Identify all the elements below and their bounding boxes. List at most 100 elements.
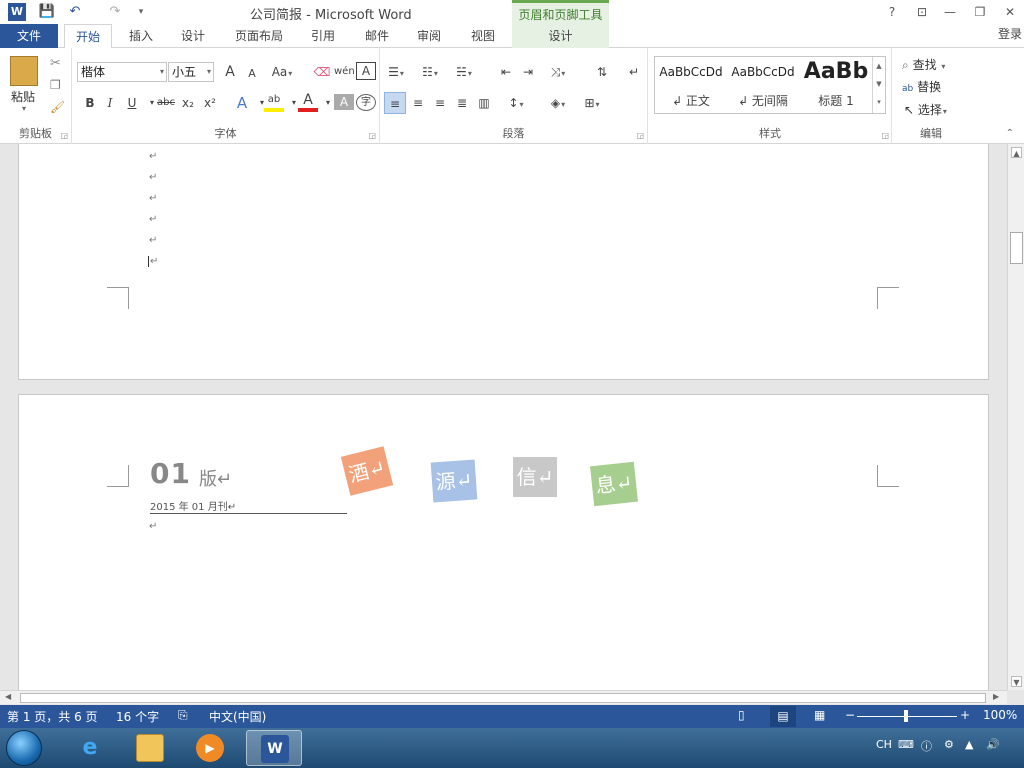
font-size-dropdown-icon[interactable]: ▾ bbox=[207, 63, 211, 81]
cut-icon[interactable]: ✂ bbox=[50, 56, 61, 71]
text-effects-icon[interactable]: A bbox=[232, 92, 252, 114]
page-1[interactable]: ↵ ↵ ↵ ↵ ↵ ↵ bbox=[18, 144, 989, 380]
clear-formatting-icon[interactable]: ⌫ bbox=[312, 61, 332, 83]
align-right-icon[interactable]: ≡ bbox=[430, 92, 450, 114]
justify-icon[interactable]: ≣ bbox=[452, 92, 472, 114]
language-status[interactable]: 中文(中国) bbox=[209, 708, 266, 725]
styles-launcher-icon[interactable]: ◲ bbox=[881, 131, 889, 140]
help-icon[interactable]: ? bbox=[878, 2, 906, 22]
multilevel-list-icon[interactable]: ☵▾ bbox=[454, 61, 474, 83]
line-spacing-icon[interactable]: ↕▾ bbox=[506, 92, 526, 114]
align-left-icon[interactable]: ≡ bbox=[384, 92, 406, 114]
tab-file[interactable]: 文件 bbox=[0, 24, 58, 48]
tab-insert[interactable]: 插入 bbox=[120, 24, 162, 48]
change-case-button[interactable]: Aa▾ bbox=[268, 61, 296, 83]
borders-icon[interactable]: ⊞▾ bbox=[582, 92, 602, 114]
strikethrough-button[interactable]: abc bbox=[156, 92, 176, 114]
font-name-dropdown-icon[interactable]: ▾ bbox=[160, 63, 164, 81]
tab-header-footer-design[interactable]: 设计 bbox=[512, 24, 609, 48]
subscript-button[interactable]: x₂ bbox=[178, 92, 198, 114]
page-count-status[interactable]: 第 1 页，共 6 页 bbox=[7, 708, 98, 725]
decrease-indent-icon[interactable]: ⇤ bbox=[496, 61, 516, 83]
character-shading-icon[interactable]: A bbox=[334, 94, 354, 110]
italic-button[interactable]: I bbox=[100, 92, 120, 114]
tab-view[interactable]: 视图 bbox=[462, 24, 504, 48]
zoom-out-button[interactable]: − bbox=[845, 708, 855, 722]
taskbar-explorer[interactable] bbox=[122, 730, 178, 766]
taskbar-word[interactable]: W bbox=[246, 730, 302, 766]
word-count-status[interactable]: 16 个字 bbox=[116, 708, 159, 725]
restore-button[interactable]: ❐ bbox=[966, 2, 994, 22]
show-hide-marks-icon[interactable]: ↵ bbox=[624, 61, 644, 83]
distributed-icon[interactable]: ▥ bbox=[474, 92, 494, 114]
paragraph-launcher-icon[interactable]: ◲ bbox=[636, 131, 644, 140]
help-tray-icon[interactable]: ⓘ bbox=[921, 738, 932, 754]
scroll-down-icon[interactable]: ▼ bbox=[1011, 676, 1022, 687]
settings-tray-icon[interactable]: ⚙ bbox=[944, 738, 954, 751]
horizontal-scroll-thumb[interactable] bbox=[20, 693, 986, 703]
copy-icon[interactable]: ❐ bbox=[50, 78, 61, 92]
paste-button[interactable]: 粘贴 bbox=[11, 88, 35, 105]
close-button[interactable]: ✕ bbox=[996, 2, 1024, 22]
zoom-slider-thumb[interactable] bbox=[904, 710, 908, 722]
web-layout-icon[interactable]: ▦ bbox=[814, 708, 825, 722]
redo-icon[interactable]: ↷ bbox=[106, 3, 124, 21]
select-button[interactable]: ↖ 选择▾ bbox=[904, 101, 947, 119]
replace-button[interactable]: ab 替换 bbox=[902, 78, 941, 96]
taskbar-ie[interactable]: e bbox=[62, 730, 118, 766]
find-button[interactable]: ⌕ 查找 ▾ bbox=[902, 56, 945, 74]
character-border-button[interactable]: A bbox=[356, 62, 376, 80]
tab-page-layout[interactable]: 页面布局 bbox=[226, 24, 292, 48]
format-painter-icon[interactable]: 🖌 bbox=[50, 100, 65, 114]
tab-design[interactable]: 设计 bbox=[172, 24, 214, 48]
customize-quick-access-icon[interactable]: ▾ bbox=[132, 3, 150, 21]
input-language[interactable]: CH bbox=[876, 738, 892, 751]
tab-home[interactable]: 开始 bbox=[64, 24, 112, 49]
tab-review[interactable]: 审阅 bbox=[408, 24, 450, 48]
print-layout-icon[interactable]: ▤ bbox=[770, 706, 796, 727]
vertical-scroll-thumb[interactable] bbox=[1010, 232, 1023, 264]
enclose-characters-button[interactable]: 字 bbox=[356, 94, 376, 111]
read-mode-icon[interactable]: ▯ bbox=[738, 708, 745, 722]
volume-icon[interactable]: 🔊 bbox=[986, 738, 1000, 751]
undo-icon[interactable]: ↶ bbox=[66, 3, 84, 21]
minimize-button[interactable]: — bbox=[936, 2, 964, 22]
shrink-font-button[interactable]: A bbox=[242, 63, 262, 85]
clipboard-launcher-icon[interactable]: ◲ bbox=[60, 131, 68, 140]
start-button[interactable] bbox=[6, 730, 42, 766]
underline-button[interactable]: U bbox=[122, 92, 142, 114]
keyboard-icon[interactable]: ⌨ bbox=[898, 738, 914, 751]
bullets-icon[interactable]: ☰▾ bbox=[386, 61, 406, 83]
bold-button[interactable]: B bbox=[80, 92, 100, 114]
grow-font-button[interactable]: A bbox=[220, 61, 240, 83]
vertical-scrollbar[interactable]: ▲ ▼ bbox=[1007, 144, 1024, 690]
horizontal-scrollbar[interactable]: ◀ ▶ bbox=[0, 690, 1007, 704]
sign-in-link[interactable]: 登录 bbox=[998, 24, 1022, 44]
show-hidden-icons[interactable]: ▲ bbox=[965, 738, 973, 751]
sort-icon[interactable]: ⇅ bbox=[592, 61, 612, 83]
word-logo-icon[interactable]: W bbox=[8, 3, 26, 21]
font-launcher-icon[interactable]: ◲ bbox=[368, 131, 376, 140]
paste-icon[interactable] bbox=[10, 56, 38, 86]
collapse-ribbon-icon[interactable]: ⌃ bbox=[1006, 128, 1014, 139]
numbering-icon[interactable]: ☷▾ bbox=[420, 61, 440, 83]
scroll-left-icon[interactable]: ◀ bbox=[5, 692, 11, 701]
align-center-icon[interactable]: ≡ bbox=[408, 92, 428, 114]
ribbon-display-options-icon[interactable]: ⊡ bbox=[908, 2, 936, 22]
taskbar-media-player[interactable]: ▶ bbox=[182, 730, 238, 766]
highlight-icon[interactable]: ab bbox=[264, 92, 284, 112]
phonetic-guide-button[interactable]: wén bbox=[334, 61, 355, 83]
zoom-in-button[interactable]: + bbox=[960, 708, 970, 722]
tab-references[interactable]: 引用 bbox=[302, 24, 344, 48]
increase-indent-icon[interactable]: ⇥ bbox=[518, 61, 538, 83]
font-color-icon[interactable]: A bbox=[298, 92, 318, 112]
scroll-up-icon[interactable]: ▲ bbox=[1011, 147, 1022, 158]
asian-layout-icon[interactable]: ⤨▾ bbox=[548, 61, 568, 83]
superscript-button[interactable]: x² bbox=[200, 92, 220, 114]
page-2[interactable]: 01 版↵ 2015 年 01 月刊↵ ↵ 酒↵ 源↵ 信↵ 息↵ bbox=[18, 394, 989, 690]
scroll-right-icon[interactable]: ▶ bbox=[993, 692, 999, 701]
proofing-icon[interactable]: ⎘ bbox=[178, 708, 188, 723]
save-icon[interactable]: 💾 bbox=[38, 3, 56, 21]
shading-icon[interactable]: ◈▾ bbox=[548, 92, 568, 114]
tab-mailings[interactable]: 邮件 bbox=[356, 24, 398, 48]
